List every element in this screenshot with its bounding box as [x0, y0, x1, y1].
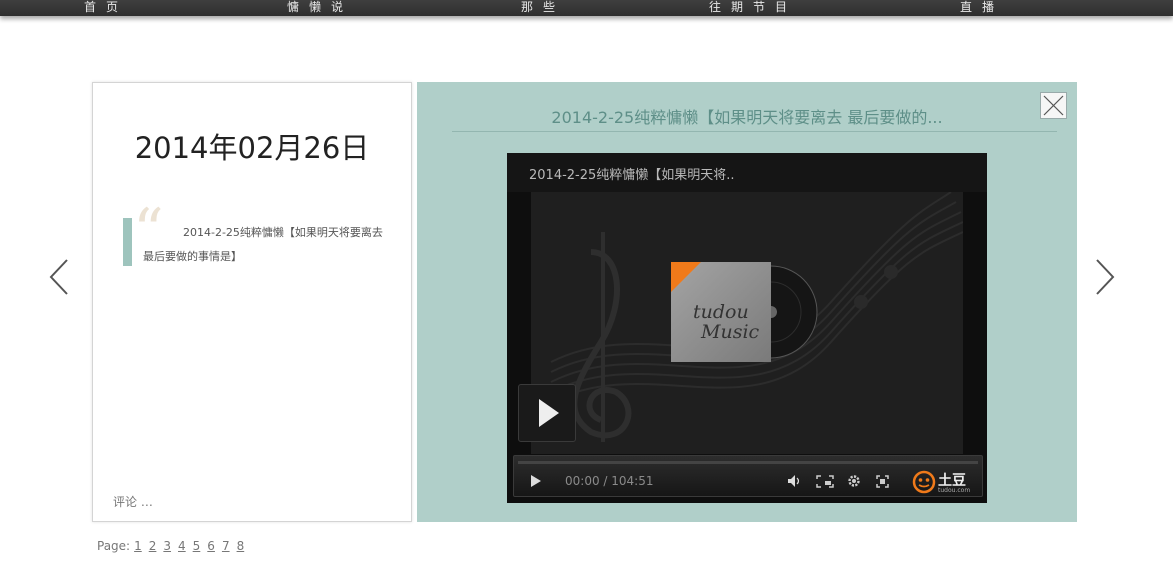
page-link-3[interactable]: 3 [163, 539, 171, 553]
svg-text:tudou: tudou [693, 301, 749, 323]
video-panel: 2014-2-25纯粹慵懒【如果明天将要离去 最后要做的... 2014-2-2… [417, 82, 1077, 522]
big-play-button[interactable] [518, 384, 576, 442]
play-icon [539, 399, 559, 427]
previous-arrow-icon[interactable] [48, 258, 70, 300]
nav-item-home[interactable]: 首页 [84, 0, 128, 16]
page-link-5[interactable]: 5 [193, 539, 201, 553]
page-link-6[interactable]: 6 [207, 539, 215, 553]
quote-accent-bar [123, 218, 132, 266]
volume-icon[interactable] [788, 475, 802, 487]
page-link-1[interactable]: 1 [134, 539, 142, 553]
nav-item-past-programs[interactable]: 往期节目 [709, 0, 797, 16]
page-link-4[interactable]: 4 [178, 539, 186, 553]
pagination-label: Page: [97, 539, 131, 553]
play-icon[interactable] [530, 474, 542, 488]
playback-time: 00:00 / 104:51 [565, 474, 654, 488]
pagination: Page: 1 2 3 4 5 6 7 8 [97, 539, 244, 553]
episode-date: 2014年02月26日 [134, 131, 370, 165]
album-cover-icon: tudou Music [671, 262, 818, 362]
close-button[interactable] [1040, 92, 1067, 119]
page-link-7[interactable]: 7 [222, 539, 230, 553]
next-arrow-icon[interactable] [1094, 258, 1116, 300]
close-icon [1043, 95, 1064, 116]
nav-item-live[interactable]: 直播 [960, 0, 1004, 16]
episode-quote: 2014-2-25纯粹慵懒【如果明天将要离去 最后要做的事情是】 [143, 226, 383, 263]
fullscreen-icon[interactable] [876, 475, 889, 488]
page-link-8[interactable]: 8 [237, 539, 245, 553]
tudou-logo[interactable]: 土豆 tudou.com [907, 468, 971, 500]
player-title-bar: 2014-2-25纯粹慵懒【如果明天将.. [507, 153, 987, 192]
title-divider [452, 131, 1057, 132]
settings-gear-icon[interactable] [847, 474, 861, 488]
player-title: 2014-2-25纯粹慵懒【如果明天将.. [529, 168, 735, 183]
widescreen-icon[interactable] [816, 475, 834, 488]
episode-card: 2014年02月26日 “ 2014-2-25纯粹慵懒【如果明天将要离去 最后要… [92, 82, 412, 522]
top-navigation: 首页 慵懒说 那些 往期节目 直播 [0, 0, 1173, 16]
video-player[interactable]: 2014-2-25纯粹慵懒【如果明天将.. tudou Music 00:00 … [507, 153, 987, 503]
progress-bar[interactable] [518, 461, 978, 464]
tudou-logo-subtext: tudou.com [938, 487, 971, 494]
nav-item-lazy-talk[interactable]: 慵懒说 [287, 0, 353, 16]
panel-title: 2014-2-25纯粹慵懒【如果明天将要离去 最后要做的... [551, 108, 943, 127]
nav-item-those[interactable]: 那些 [521, 0, 565, 16]
svg-text:Music: Music [700, 321, 760, 343]
player-controls: 00:00 / 104:51 土豆 tudou.com [513, 455, 983, 497]
page-link-2[interactable]: 2 [149, 539, 157, 553]
video-stage[interactable]: tudou Music [531, 192, 963, 454]
comment-link[interactable]: 评论 … [113, 493, 153, 510]
